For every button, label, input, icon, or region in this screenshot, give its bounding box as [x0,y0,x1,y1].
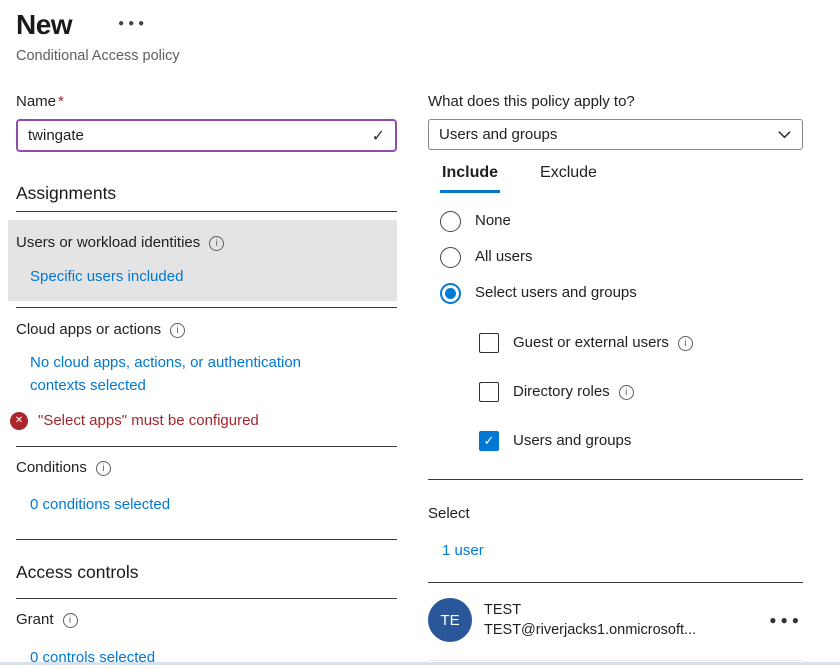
conditions-title-row: Conditions i [16,458,397,478]
conditions-selected-link[interactable]: 0 conditions selected [30,493,170,516]
users-assignment-column: What does this policy apply to? Users an… [428,92,803,669]
header: New ●●● [16,8,824,42]
user-avatar: TE [428,598,472,642]
name-field-label: Name* [16,92,397,112]
divider [16,211,397,212]
content-columns: Name* ✓ Assignments Users or workload id… [16,92,824,669]
cloud-apps-title-row: Cloud apps or actions i [16,320,397,340]
tab-exclude[interactable]: Exclude [538,162,599,193]
checkbox-guest-external-users[interactable]: ✓ Guest or external users i [479,332,803,354]
more-options-icon[interactable]: ●●● [118,14,148,34]
include-exclude-tabs: Include Exclude [440,162,803,193]
radio-icon [440,211,461,232]
select-heading: Select [428,504,803,524]
cloud-apps-section-title: Cloud apps or actions [16,320,161,340]
assignments-heading: Assignments [16,182,397,204]
user-email: TEST@riverjacks1.onmicrosoft... [484,620,696,640]
divider [16,539,397,540]
users-section-title-row: Users or workload identities i [16,233,389,253]
divider [16,598,397,599]
info-icon[interactable]: i [678,336,693,351]
user-identity: TEST TEST@riverjacks1.onmicrosoft... [484,600,696,640]
user-more-options-icon[interactable]: ●●● [761,613,803,627]
valid-check-icon: ✓ [372,126,385,146]
checkbox-icon: ✓ [479,382,499,402]
radio-none[interactable]: None [440,210,803,232]
conditional-access-policy-pane: New ●●● Conditional Access policy Name* … [0,0,840,665]
name-label-text: Name [16,93,56,110]
radio-all-users[interactable]: All users [440,246,803,268]
info-icon[interactable]: i [63,613,78,628]
grant-section-title: Grant [16,610,54,630]
dropdown-selected-value: Users and groups [439,126,777,143]
conditions-section-title: Conditions [16,458,87,478]
chevron-down-icon [777,127,792,142]
error-message: "Select apps" must be configured [38,411,259,431]
name-input[interactable] [28,127,372,144]
selected-users-count-link[interactable]: 1 user [442,539,484,562]
policy-apply-question: What does this policy apply to? [428,92,803,112]
divider [428,479,803,480]
user-name: TEST [484,600,696,620]
divider [16,446,397,447]
include-options-radio-group: None All users Select users and groups [440,210,803,304]
radio-selected-icon [440,283,461,304]
users-workload-identities-section[interactable]: Users or workload identities i Specific … [8,220,397,301]
divider [16,307,397,308]
error-circle-x-icon: ✕ [10,412,28,430]
checkbox-checked-icon: ✓ [479,431,499,451]
checkbox-directory-roles[interactable]: ✓ Directory roles i [479,381,803,403]
specific-users-included-link[interactable]: Specific users included [30,265,183,288]
info-icon[interactable]: i [170,323,185,338]
checkbox-icon: ✓ [479,333,499,353]
grant-controls-link[interactable]: 0 controls selected [30,646,155,669]
cloud-apps-selection-link[interactable]: No cloud apps, actions, or authenticatio… [30,351,342,397]
checkbox-users-and-groups[interactable]: ✓ Users and groups [479,430,803,452]
users-section-title: Users or workload identities [16,233,200,253]
page-title: New [16,8,72,42]
access-controls-heading: Access controls [16,561,397,583]
name-input-container: ✓ [16,119,397,152]
tab-include[interactable]: Include [440,162,500,193]
policy-settings-column: Name* ✓ Assignments Users or workload id… [16,92,397,669]
radio-select-users-groups[interactable]: Select users and groups [440,282,803,304]
info-icon[interactable]: i [619,385,634,400]
required-asterisk: * [58,93,64,110]
selected-user-row[interactable]: TE TEST TEST@riverjacks1.onmicrosoft... … [428,598,803,661]
select-apps-error: ✕ "Select apps" must be configured [10,411,397,431]
select-users-checkbox-group: ✓ Guest or external users i ✓ Directory … [479,332,803,452]
info-icon[interactable]: i [209,236,224,251]
radio-icon [440,247,461,268]
policy-target-dropdown[interactable]: Users and groups [428,119,803,150]
divider [428,582,803,583]
page-subtitle: Conditional Access policy [16,46,824,66]
grant-title-row: Grant i [16,610,397,630]
info-icon[interactable]: i [96,461,111,476]
